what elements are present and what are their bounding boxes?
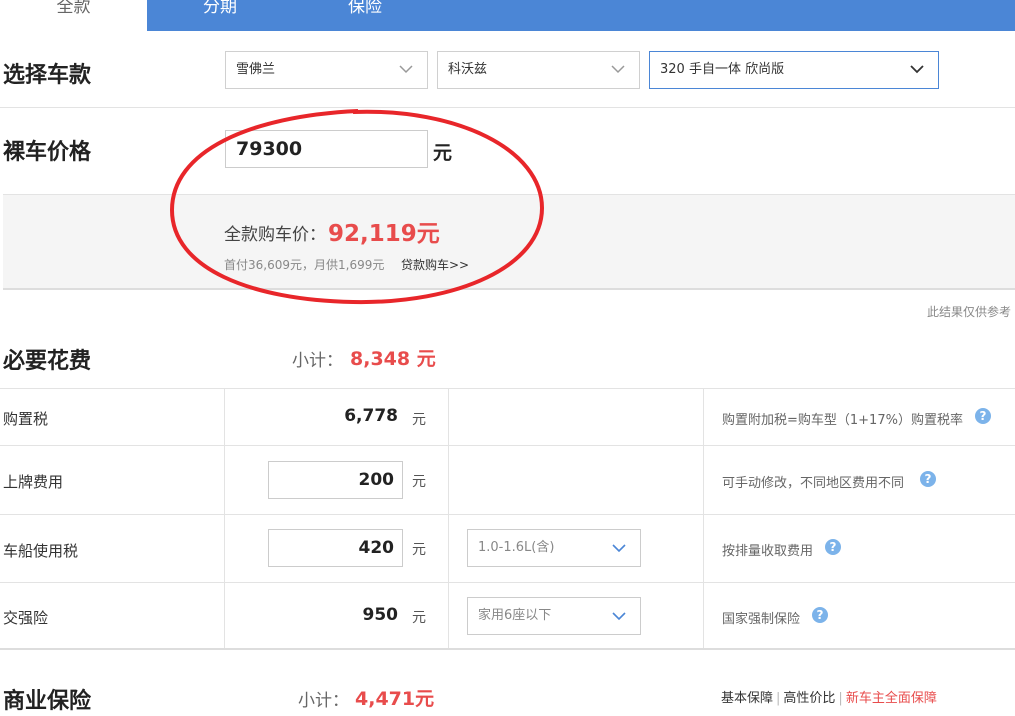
help-icon[interactable]: ? (975, 408, 991, 424)
plate-fee-label: 上牌费用 (3, 473, 64, 491)
loan-purchase-link[interactable]: 贷款购车>> (401, 256, 469, 273)
plan-value-link[interactable]: 高性价比 (783, 691, 835, 706)
bare-price-unit: 元 (433, 142, 453, 164)
brand-select[interactable]: 雪佛兰 (225, 51, 428, 89)
summary-panel (3, 194, 1015, 290)
payment-detail: 首付36,609元，月供1,699元 (224, 258, 385, 272)
brand-select-value: 雪佛兰 (236, 62, 276, 77)
plate-fee-unit: 元 (412, 474, 426, 490)
divider (0, 107, 1015, 108)
tab-installment[interactable]: 分期 (170, 0, 270, 28)
vehicle-tax-input[interactable] (268, 529, 403, 567)
insurance-plan-links: 基本保障 | 高性价比 | 新车主全面保障 (721, 687, 937, 706)
compulsory-insurance-unit: 元 (412, 610, 426, 626)
chevron-down-icon (611, 65, 625, 74)
vehicle-tax-label: 车船使用税 (3, 542, 79, 560)
purchase-tax-unit: 元 (412, 412, 426, 428)
tab-bar: 全款 分期 保险 (0, 0, 1015, 31)
commercial-subtotal-label: 小计： (298, 691, 349, 711)
purchase-tax-value: 6,778 (344, 406, 398, 426)
vehicle-tax-note: 按排量收取费用 (722, 544, 814, 559)
seat-type-select[interactable]: 家用6座以下 (467, 597, 641, 635)
commercial-subtotal-value: 4,471元 (355, 688, 435, 710)
bare-price-title: 裸车价格 (3, 140, 92, 165)
displacement-select-value: 1.0-1.6L(含) (478, 540, 555, 555)
select-car-title: 选择车款 (3, 63, 92, 88)
tab-full-payment[interactable]: 全款 (0, 0, 147, 31)
separator: | (776, 691, 781, 706)
compulsory-insurance-label: 交强险 (3, 609, 49, 627)
commercial-insurance-title: 商业保险 (3, 689, 92, 714)
column-divider (703, 388, 704, 648)
model-select-value: 320 手自一体 欣尚版 (660, 62, 785, 77)
purchase-tax-note: 购置附加税=购车型（1+17%）购置税率 (722, 413, 963, 428)
help-icon[interactable]: ? (825, 539, 841, 555)
seat-type-select-value: 家用6座以下 (478, 608, 552, 623)
divider (0, 648, 1015, 650)
chevron-down-icon (910, 65, 924, 74)
divider (0, 445, 1015, 446)
compulsory-insurance-note: 国家强制保险 (722, 612, 801, 627)
compulsory-insurance-value: 950 (362, 605, 399, 625)
required-costs-title: 必要花费 (3, 349, 92, 374)
chevron-down-icon (612, 612, 626, 621)
required-subtotal-value: 8,348 元 (350, 348, 436, 370)
vehicle-tax-unit: 元 (412, 542, 426, 558)
chevron-down-icon (399, 65, 413, 74)
plate-fee-note: 可手动修改，不同地区费用不同 (722, 476, 905, 491)
purchase-tax-label: 购置税 (3, 410, 49, 428)
separator: | (838, 691, 843, 706)
plan-basic-link[interactable]: 基本保障 (721, 691, 773, 706)
series-select[interactable]: 科沃兹 (437, 51, 640, 89)
column-divider (224, 388, 225, 648)
help-icon[interactable]: ? (812, 607, 828, 623)
displacement-select[interactable]: 1.0-1.6L(含) (467, 529, 641, 567)
column-divider (448, 388, 449, 648)
series-select-value: 科沃兹 (448, 62, 488, 77)
required-subtotal-label: 小计： (292, 351, 343, 371)
total-price-value: 92,119元 (328, 221, 440, 247)
help-icon[interactable]: ? (920, 471, 936, 487)
plate-fee-input[interactable] (268, 461, 403, 499)
plan-full-link[interactable]: 新车主全面保障 (846, 691, 937, 706)
total-price-label: 全款购车价： (224, 225, 326, 245)
tab-insurance[interactable]: 保险 (315, 0, 415, 28)
reference-note: 此结果仅供参考 (926, 305, 1011, 319)
chevron-down-icon (612, 544, 626, 553)
divider (0, 514, 1015, 515)
bare-price-input[interactable] (225, 130, 428, 168)
divider (0, 388, 1015, 389)
model-select[interactable]: 320 手自一体 欣尚版 (649, 51, 939, 89)
divider (0, 582, 1015, 583)
